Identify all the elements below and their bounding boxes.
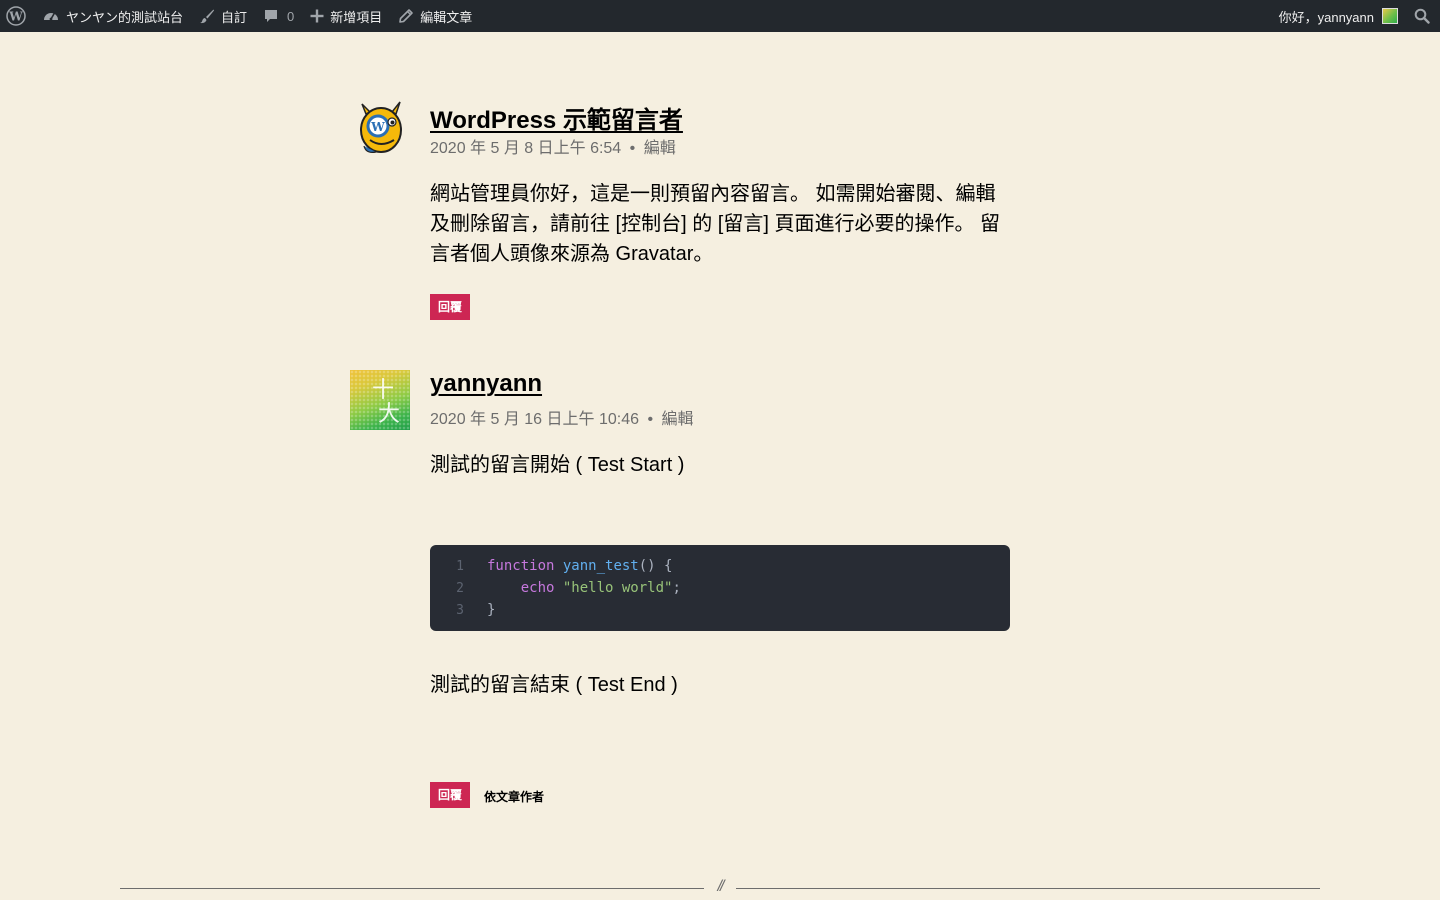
- site-name-label: ヤンヤン的測試站台: [66, 9, 184, 25]
- avatar-wapuu: W: [356, 100, 406, 156]
- comments-count: 0: [287, 8, 295, 24]
- dashboard-icon: [42, 7, 60, 25]
- search-icon: [1414, 8, 1430, 24]
- user-avatar: [1382, 8, 1398, 24]
- admin-bar-left: W ヤンヤン的測試站台 自訂 0 新增項目 編輯文章: [0, 0, 480, 32]
- wapuu-icon: W: [360, 101, 402, 153]
- code-punctuation: ;: [672, 580, 681, 596]
- search-button[interactable]: [1406, 0, 1440, 32]
- svg-text:W: W: [370, 120, 385, 134]
- wordpress-logo-menu[interactable]: W: [0, 0, 34, 32]
- customize-menu[interactable]: 自訂: [191, 0, 255, 32]
- comment-bubble-icon: [263, 8, 279, 24]
- new-content-menu[interactable]: 新增項目: [302, 0, 390, 32]
- code-block: 1 function yann_test() { 2 echo "hello wo…: [430, 545, 1010, 631]
- comment-body-start: 測試的留言開始 ( Test Start ): [430, 454, 685, 476]
- comment-body: 網站管理員你好，這是一則預留內容留言。 如需開始審閱、編輯及刪除留言，請前往 […: [430, 183, 1001, 265]
- comment-meta: 2020 年 5 月 8 日上午 6:54 • 編輯: [430, 134, 676, 158]
- line-number: 3: [456, 603, 464, 618]
- avatar-mark-icon: 大: [378, 402, 401, 427]
- greeting-label: 你好，yannyann: [1278, 9, 1374, 25]
- line-number: 1: [456, 559, 464, 574]
- code-function-name: yann_test: [562, 558, 639, 574]
- code-line: 1 function yann_test() {: [430, 555, 672, 577]
- wordpress-logo-icon: W: [6, 6, 26, 26]
- section-separator: //: [120, 878, 1320, 896]
- edit-post-label: 編輯文章: [420, 9, 473, 25]
- separator-line: [736, 888, 1320, 889]
- comment-author-link[interactable]: WordPress 示範留言者: [430, 100, 683, 135]
- meta-separator: •: [647, 411, 654, 428]
- comment-date-link[interactable]: 2020 年 5 月 8 日上午 6:54: [430, 140, 621, 157]
- svg-text:W: W: [8, 10, 23, 24]
- comments-menu[interactable]: 0: [255, 0, 302, 32]
- code-line: 2 echo "hello world";: [430, 577, 681, 599]
- comment-body-end: 測試的留言結束 ( Test End ): [430, 674, 678, 696]
- pencil-icon: [398, 8, 414, 24]
- code-punctuation: }: [487, 602, 496, 618]
- admin-bar-right: 你好，yannyann: [1271, 0, 1440, 32]
- admin-bar: W ヤンヤン的測試站台 自訂 0 新增項目 編輯文章 你好，yannyann: [0, 0, 1440, 32]
- separator-line: [120, 888, 704, 889]
- code-punctuation: () {: [638, 558, 673, 574]
- comment-meta: 2020 年 5 月 16 日上午 10:46 • 編輯: [430, 405, 694, 429]
- comment-1: W WordPress 示範留言者 2020 年 5 月 8 日上午 6:54 …: [350, 100, 1010, 330]
- plus-icon: [310, 9, 324, 23]
- code-string: "hello world": [562, 580, 673, 596]
- customize-label: 自訂: [221, 9, 248, 25]
- meta-separator: •: [629, 140, 636, 157]
- code-line: 3}: [430, 599, 495, 621]
- line-number: 2: [456, 581, 464, 596]
- brush-icon: [199, 8, 215, 24]
- comment-date-link[interactable]: 2020 年 5 月 16 日上午 10:46: [430, 411, 639, 428]
- new-item-label: 新增項目: [330, 9, 383, 25]
- edit-post-menu[interactable]: 編輯文章: [390, 0, 480, 32]
- comment-2: 十 大 yannyann 2020 年 5 月 16 日上午 10:46 • 編…: [350, 370, 1010, 810]
- separator-mark: //: [717, 878, 725, 895]
- my-account-menu[interactable]: 你好，yannyann: [1271, 0, 1406, 32]
- reply-button[interactable]: 回覆: [430, 782, 471, 808]
- code-keyword: function: [487, 558, 555, 574]
- site-name-menu[interactable]: ヤンヤン的測試站台: [34, 0, 191, 32]
- comment-edit-link[interactable]: 編輯: [644, 140, 676, 157]
- by-post-author-label: 依文章作者: [484, 790, 545, 804]
- comment-author-link[interactable]: yannyann: [430, 370, 542, 398]
- reply-button[interactable]: 回覆: [430, 294, 471, 320]
- avatar: 十 大: [350, 370, 410, 430]
- comment-edit-link[interactable]: 編輯: [662, 411, 694, 428]
- code-keyword: echo: [487, 580, 555, 596]
